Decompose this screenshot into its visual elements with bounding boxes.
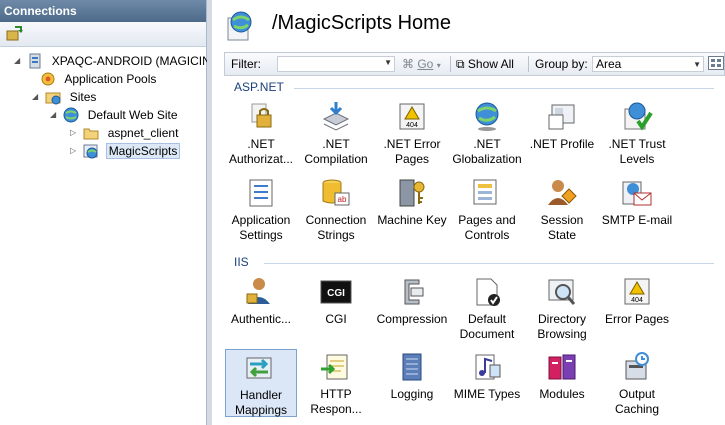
- svg-text:404: 404: [631, 297, 643, 304]
- globe-icon: [63, 107, 79, 123]
- caching-icon: [620, 351, 654, 383]
- folder-icon: [83, 125, 99, 141]
- feature-cgi[interactable]: CGI CGI: [300, 274, 372, 348]
- page-title: /MagicScripts Home: [272, 12, 451, 34]
- feature-net-profile[interactable]: .NET Profile: [526, 99, 598, 173]
- feature-net-error-pages[interactable]: 404 .NET Error Pages: [376, 99, 448, 173]
- email-icon: [620, 177, 654, 209]
- stack-arrow-icon: [319, 101, 353, 133]
- tree-node-magicscripts[interactable]: ▷ MagicScripts: [70, 141, 181, 160]
- tree-node-server[interactable]: ◢ XPAQC-ANDROID (MAGICINI: [14, 51, 216, 69]
- user-diamond-icon: [545, 177, 579, 209]
- feature-net-trust-levels[interactable]: .NET Trust Levels: [601, 99, 673, 173]
- mime-icon: [470, 351, 504, 383]
- feature-http-response[interactable]: HTTP Respon...: [300, 349, 372, 423]
- feature-session-state[interactable]: Session State: [526, 175, 598, 249]
- profile-icon: [545, 101, 579, 133]
- collapse-icon[interactable]: ◢: [32, 88, 42, 106]
- feature-compression[interactable]: Compression: [376, 274, 448, 348]
- chevron-down-icon[interactable]: ▾: [437, 61, 441, 70]
- feature-net-globalization[interactable]: .NET Globalization: [451, 99, 523, 173]
- group-header-aspnet: ASP.NET: [234, 80, 284, 94]
- chevron-down-icon[interactable]: ▼: [384, 58, 392, 67]
- cgi-icon: CGI: [319, 276, 353, 308]
- svg-text:ab: ab: [338, 195, 347, 204]
- filter-label: Filter:: [231, 57, 261, 71]
- feature-application-settings[interactable]: Application Settings: [225, 175, 297, 249]
- show-all-icon: ⧉: [456, 57, 465, 71]
- feature-connection-strings[interactable]: ab Connection Strings: [300, 175, 372, 249]
- modules-icon: [545, 351, 579, 383]
- lock-icon: [244, 101, 278, 133]
- view-toggle-button[interactable]: [708, 56, 724, 73]
- binoculars-icon: ⌘: [402, 57, 414, 71]
- tree-node-app-pools[interactable]: Application Pools: [40, 69, 158, 87]
- handler-icon: [244, 352, 278, 384]
- svg-text:CGI: CGI: [327, 288, 345, 299]
- show-all-button[interactable]: ⧉ Show All: [456, 57, 514, 72]
- collapse-icon[interactable]: ◢: [50, 106, 60, 124]
- magnifier-icon: [545, 276, 579, 308]
- error-404-icon: 404: [395, 101, 429, 133]
- document-check-icon: [470, 276, 504, 308]
- globe-icon: [470, 101, 504, 133]
- features-view: ASP.NET .NET Authorizat... .NET Compilat…: [224, 77, 725, 425]
- feature-handler-mappings[interactable]: Handler Mappings: [225, 349, 297, 417]
- feature-modules[interactable]: Modules: [526, 349, 598, 423]
- expand-icon[interactable]: ▷: [70, 142, 80, 160]
- feature-pages-and-controls[interactable]: Pages and Controls: [451, 175, 523, 249]
- feature-error-pages[interactable]: 404 Error Pages: [601, 274, 673, 348]
- connections-toolbar: [0, 22, 206, 47]
- error-404-icon: 404: [620, 276, 654, 308]
- feature-net-authorization[interactable]: .NET Authorizat...: [225, 99, 297, 173]
- feature-smtp-email[interactable]: SMTP E-mail: [601, 175, 673, 249]
- tree-node-sites[interactable]: ◢ Sites: [32, 87, 98, 105]
- pages-icon: [470, 177, 504, 209]
- feature-net-compilation[interactable]: .NET Compilation: [300, 99, 372, 173]
- feature-mime-types[interactable]: MIME Types: [451, 349, 523, 423]
- http-response-icon: [319, 351, 353, 383]
- feature-directory-browsing[interactable]: Directory Browsing: [526, 274, 598, 348]
- server-icon: [27, 53, 43, 69]
- user-lock-icon: [244, 276, 278, 308]
- trust-icon: [620, 101, 654, 133]
- chevron-down-icon[interactable]: ▼: [693, 58, 701, 72]
- settings-list-icon: [244, 177, 278, 209]
- connections-pane: Connections ◢ XPAQC-ANDROID (MAGICINI Ap…: [0, 0, 214, 425]
- feature-logging[interactable]: Logging: [376, 349, 448, 423]
- app-pools-icon: [40, 71, 56, 87]
- database-icon: ab: [319, 177, 353, 209]
- page-header: /MagicScripts Home: [212, 0, 725, 50]
- connect-icon[interactable]: [6, 25, 24, 42]
- group-header-iis: IIS: [234, 255, 249, 269]
- key-icon: [395, 177, 429, 209]
- feature-output-caching[interactable]: Output Caching: [601, 349, 673, 423]
- group-by-label: Group by:: [535, 57, 588, 71]
- web-app-icon: [83, 143, 99, 159]
- group-by-select[interactable]: Area ▼: [592, 56, 704, 72]
- connections-header: Connections: [0, 0, 206, 22]
- clamp-icon: [395, 276, 429, 308]
- feature-authentication[interactable]: Authentic...: [225, 274, 297, 348]
- feature-default-document[interactable]: Default Document: [451, 274, 523, 348]
- expand-icon[interactable]: ▷: [70, 124, 80, 142]
- sites-folder-icon: [45, 89, 61, 105]
- go-button[interactable]: ⌘ Go ▾: [402, 57, 441, 71]
- filter-bar: Filter: ▼ ⌘ Go ▾ ⧉ Show All Group by: Ar…: [224, 52, 725, 76]
- tree-node-default-web-site[interactable]: ◢ Default Web Site: [50, 105, 180, 123]
- collapse-icon[interactable]: ◢: [14, 52, 24, 70]
- notebook-icon: [395, 351, 429, 383]
- filter-input[interactable]: ▼: [277, 56, 395, 72]
- svg-text:404: 404: [406, 122, 418, 129]
- feature-machine-key[interactable]: Machine Key: [376, 175, 448, 249]
- globe-page-icon: [226, 10, 254, 42]
- features-pane: /MagicScripts Home Filter: ▼ ⌘ Go ▾ ⧉ Sh…: [212, 0, 725, 425]
- tree-node-aspnet-client[interactable]: ▷ aspnet_client: [70, 123, 180, 141]
